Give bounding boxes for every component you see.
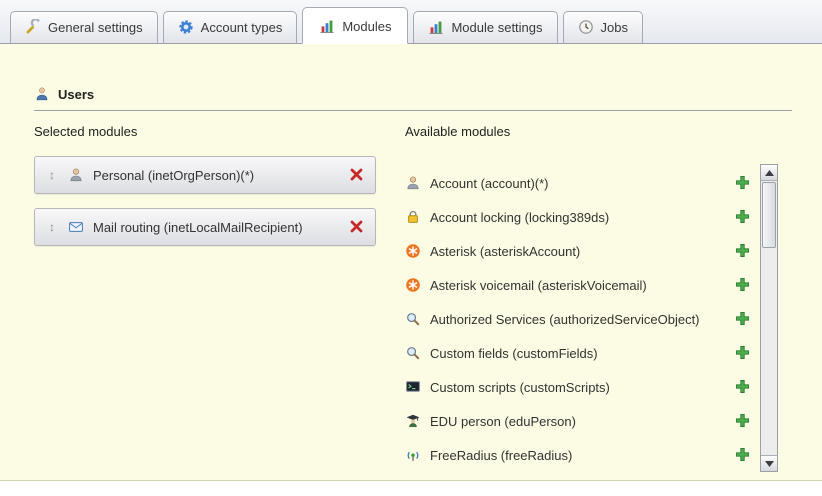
selected-module-item[interactable]: ↕ Mail routing (inetLocalMailRecipient) [34,208,376,246]
list-item: EDU person (eduPerson) [405,404,751,438]
user-icon [34,86,50,102]
list-item: Custom scripts (customScripts) [405,370,751,404]
list-item: Asterisk voicemail (asteriskVoicemail) [405,268,751,302]
selected-module-item[interactable]: ↕ Personal (inetOrgPerson)(*) [34,156,376,194]
remove-module-button[interactable] [349,167,365,183]
available-modules-heading: Available modules [405,124,510,139]
delete-icon [349,219,365,235]
terminal-icon [405,379,421,395]
add-module-button[interactable] [735,345,751,361]
add-module-button[interactable] [735,243,751,259]
add-module-button[interactable] [735,277,751,293]
tab-label: Account types [201,20,283,35]
person-icon [405,175,421,191]
lock-icon [405,209,421,225]
add-module-button[interactable] [735,311,751,327]
list-item: Custom fields (customFields) [405,336,751,370]
triangle-down-icon [765,461,774,467]
asterisk-icon [405,243,421,259]
add-icon [735,243,751,259]
lam-config-window: General settings Account types Modules M… [0,0,822,496]
remove-module-button[interactable] [349,219,365,235]
bar-chart-icon [319,18,335,34]
tab-bar: General settings Account types Modules M… [0,0,822,44]
module-label: FreeRadius (freeRadius) [430,448,572,463]
users-section-title: Users [58,87,94,102]
list-item: Account (account)(*) [405,166,751,200]
scroll-down-button[interactable] [761,455,777,471]
tab-label: General settings [48,20,143,35]
tab-general-settings[interactable]: General settings [10,11,158,43]
module-label: Personal (inetOrgPerson)(*) [93,168,254,183]
magnifier-icon [405,311,421,327]
person-icon [68,167,84,183]
modules-panel: Users Selected modules Available modules… [0,44,822,481]
rosette-icon [178,19,194,35]
module-label: Account locking (locking389ds) [430,210,609,225]
add-icon [735,379,751,395]
module-label: EDU person (eduPerson) [430,414,576,429]
bar-chart-icon [428,19,444,35]
tab-account-types[interactable]: Account types [163,11,298,43]
triangle-up-icon [765,170,774,176]
module-label: Authorized Services (authorizedServiceOb… [430,312,700,327]
module-label: Mail routing (inetLocalMailRecipient) [93,220,303,235]
asterisk-icon [405,277,421,293]
module-label: Account (account)(*) [430,176,549,191]
magnifier-icon [405,345,421,361]
drag-handle-icon[interactable]: ↕ [45,220,59,234]
add-module-button[interactable] [735,447,751,463]
module-label: Custom scripts (customScripts) [430,380,610,395]
module-label: Asterisk voicemail (asteriskVoicemail) [430,278,647,293]
clock-icon [578,19,594,35]
tab-label: Module settings [451,20,542,35]
add-icon [735,311,751,327]
users-section-heading: Users [34,86,792,111]
add-module-button[interactable] [735,413,751,429]
scrollbar-thumb[interactable] [762,182,776,248]
selected-modules-heading: Selected modules [34,124,137,139]
scroll-up-button[interactable] [761,165,777,181]
selected-modules-list: ↕ Personal (inetOrgPerson)(*) ↕ Mail rou… [34,156,376,246]
tab-label: Jobs [601,20,628,35]
module-label: Asterisk (asteriskAccount) [430,244,580,259]
add-icon [735,277,751,293]
graduate-icon [405,413,421,429]
tab-module-settings[interactable]: Module settings [413,11,557,43]
antenna-icon [405,447,421,463]
list-item: Asterisk (asteriskAccount) [405,234,751,268]
tab-label: Modules [342,19,391,34]
available-modules-scrollbar[interactable] [760,164,778,472]
add-icon [735,413,751,429]
drag-handle-icon[interactable]: ↕ [45,168,59,182]
mail-icon [68,219,84,235]
add-icon [735,175,751,191]
add-icon [735,345,751,361]
add-module-button[interactable] [735,209,751,225]
list-item: Authorized Services (authorizedServiceOb… [405,302,751,336]
available-modules-list: Account (account)(*) Account locking (lo… [405,166,751,472]
add-icon [735,447,751,463]
tab-jobs[interactable]: Jobs [563,11,643,43]
list-item: FreeRadius (freeRadius) [405,438,751,472]
wrench-icon [25,19,41,35]
add-icon [735,209,751,225]
tab-modules[interactable]: Modules [302,7,408,44]
add-module-button[interactable] [735,379,751,395]
add-module-button[interactable] [735,175,751,191]
module-label: Custom fields (customFields) [430,346,598,361]
delete-icon [349,167,365,183]
list-item: Account locking (locking389ds) [405,200,751,234]
